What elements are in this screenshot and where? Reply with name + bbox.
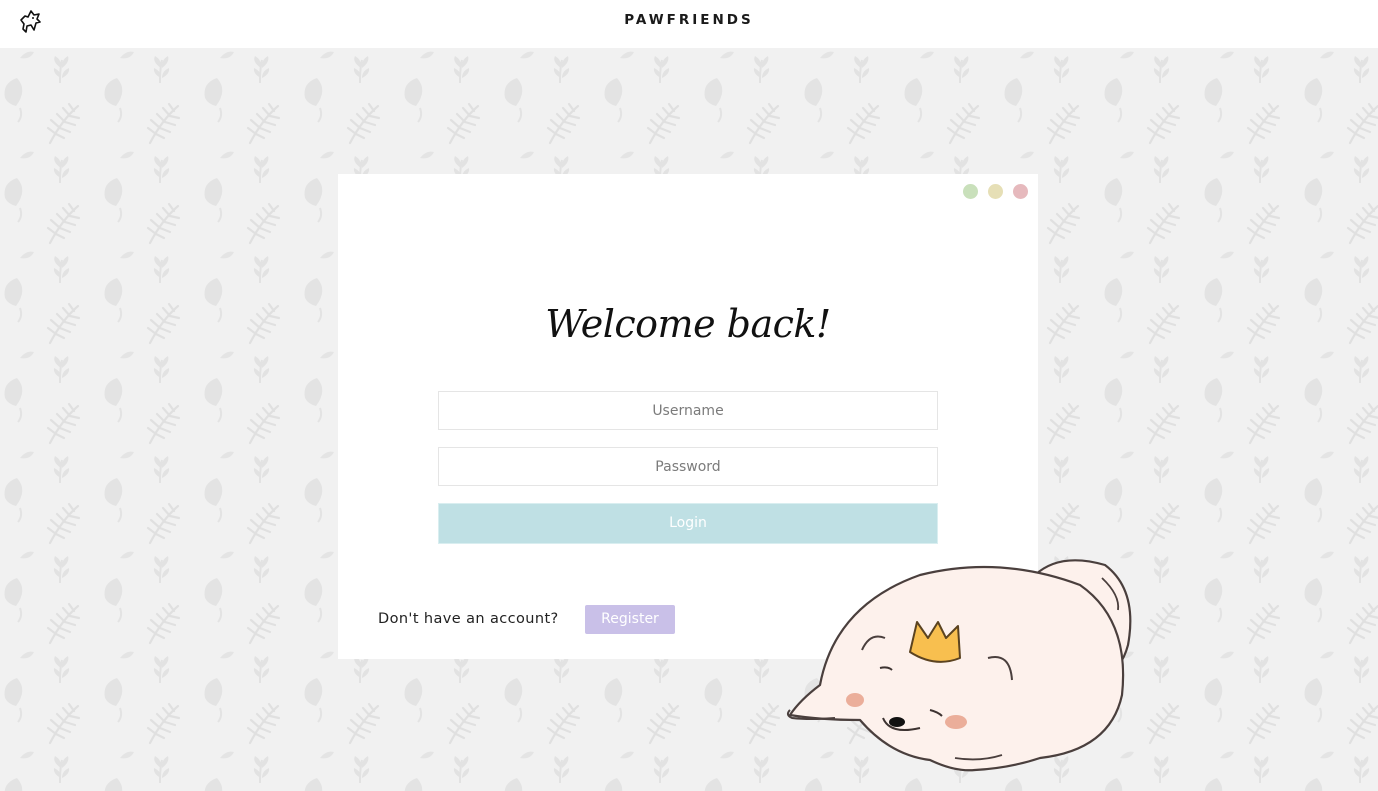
username-input[interactable] bbox=[438, 391, 938, 430]
password-input[interactable] bbox=[438, 447, 938, 486]
window-dot-yellow bbox=[988, 184, 1003, 199]
brand-title: PAWFRIENDS bbox=[624, 12, 754, 28]
top-bar: PAWFRIENDS bbox=[0, 0, 1378, 48]
welcome-heading: Welcome back! bbox=[545, 302, 831, 346]
window-dot-red bbox=[1013, 184, 1028, 199]
no-account-text: Don't have an account? bbox=[378, 611, 559, 627]
window-dot-green bbox=[963, 184, 978, 199]
sleeping-dog-illustration bbox=[786, 559, 1132, 772]
login-button[interactable]: Login bbox=[438, 503, 938, 544]
register-button[interactable]: Register bbox=[585, 605, 675, 634]
